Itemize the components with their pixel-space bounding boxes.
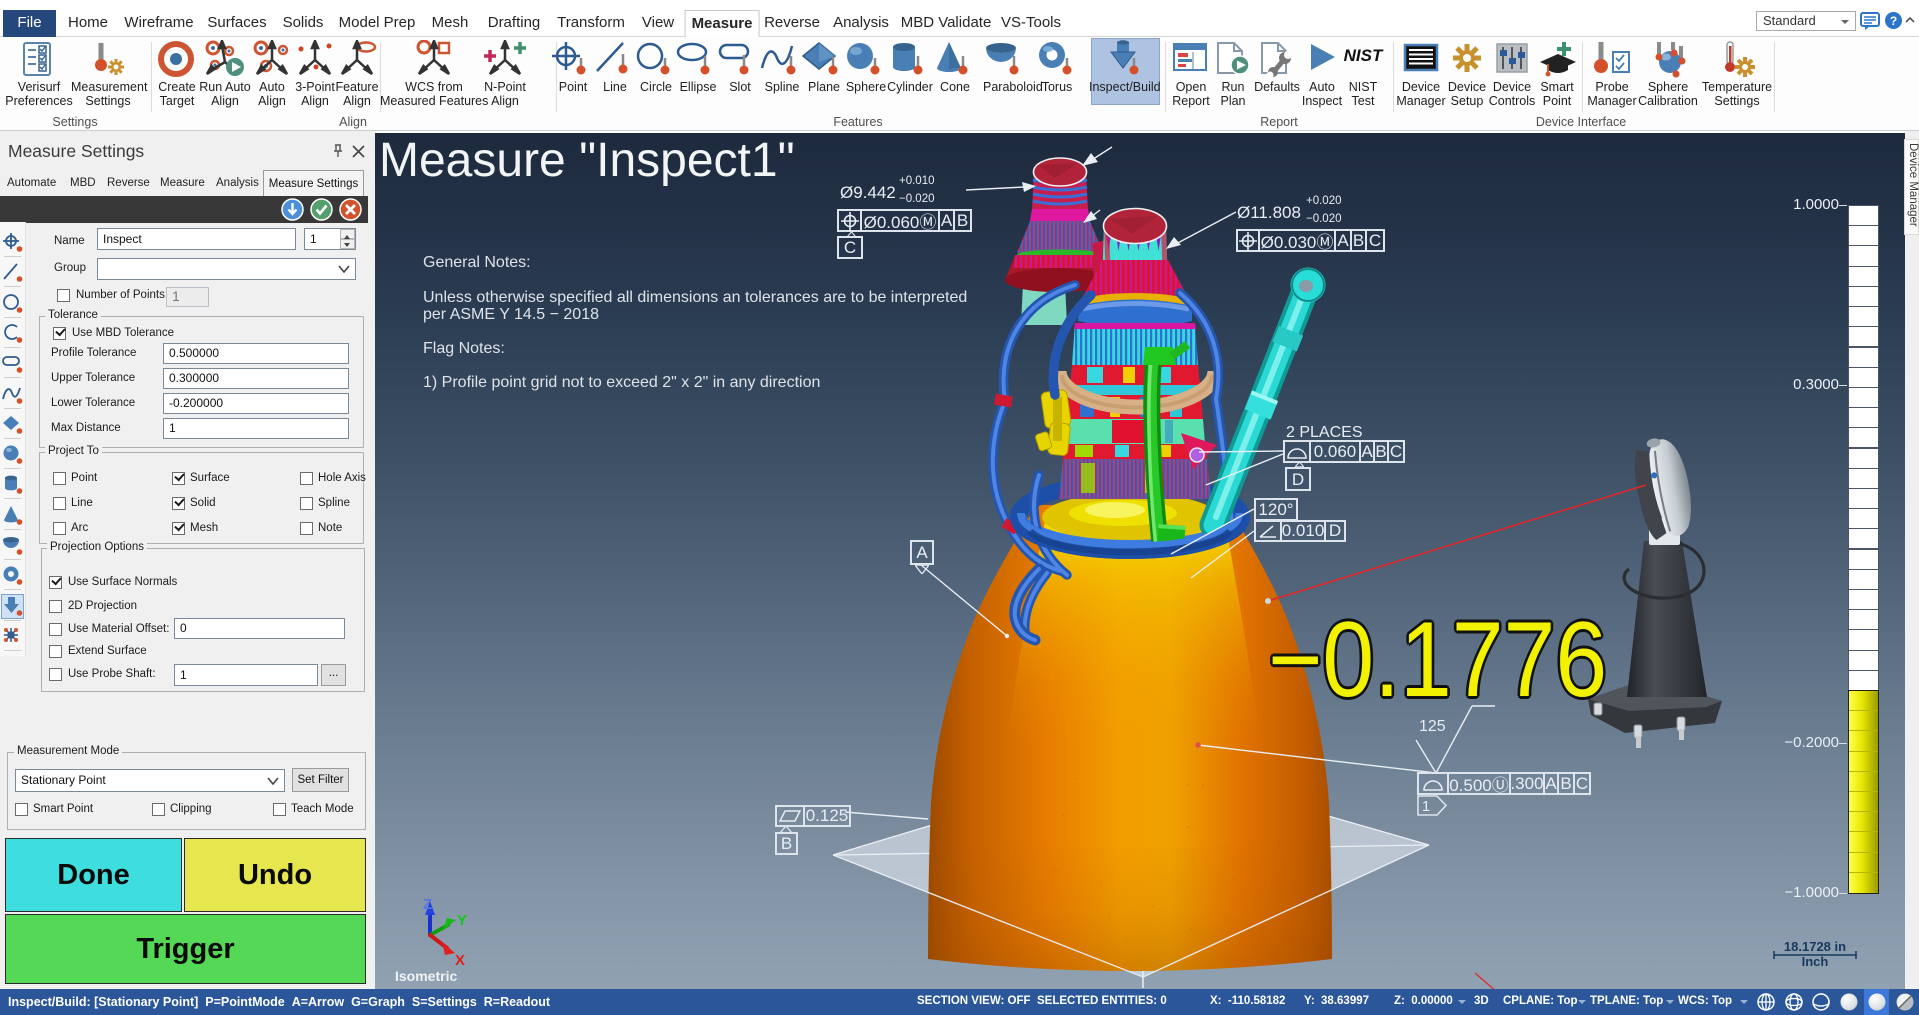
svg-text:Y: Y: [457, 912, 467, 929]
svg-text:NIST: NIST: [1344, 46, 1384, 65]
svg-text:Z: Z: [423, 896, 432, 913]
svg-text:X: X: [455, 952, 465, 969]
svg-text:1: 1: [1422, 798, 1430, 815]
svg-text:Isometric: Isometric: [395, 968, 457, 984]
svg-text:?: ?: [1890, 14, 1897, 28]
